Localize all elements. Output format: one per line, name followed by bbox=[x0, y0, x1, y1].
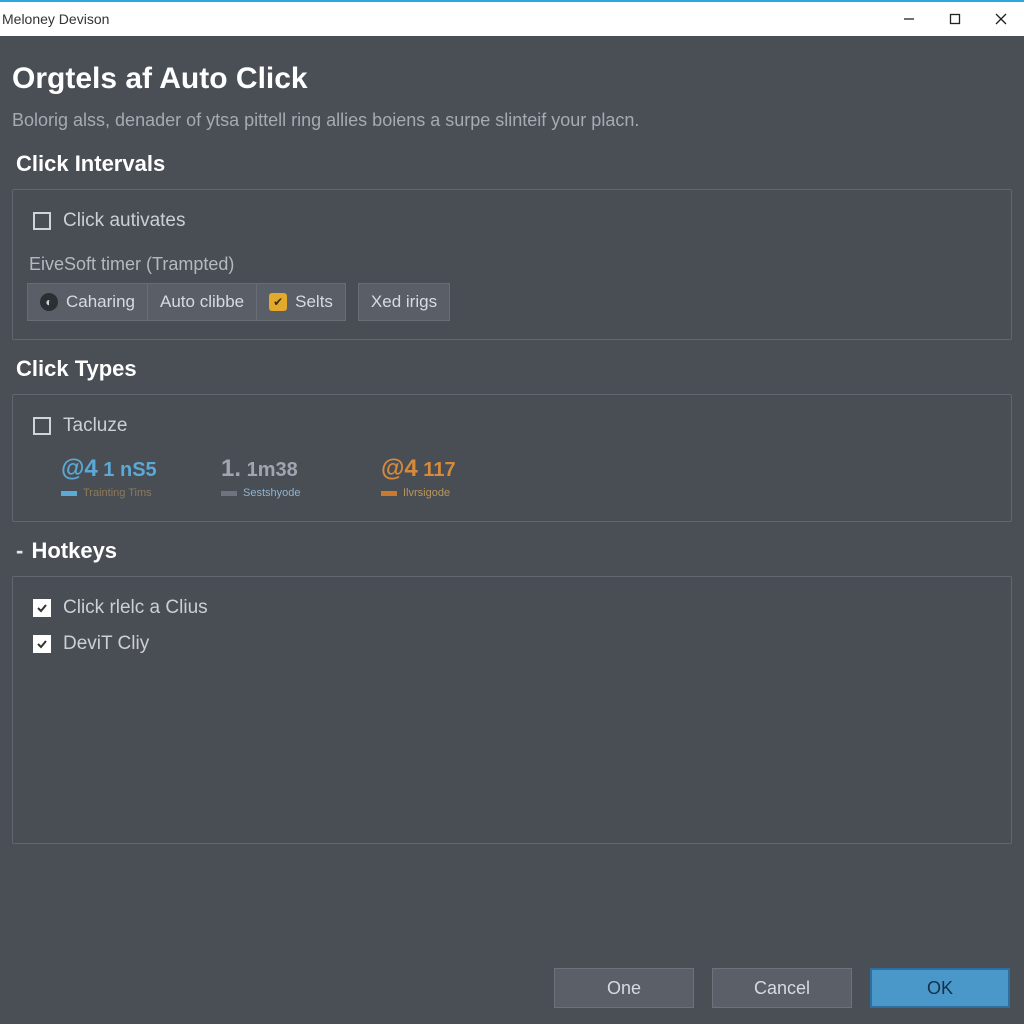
segment-label: Xed irigs bbox=[371, 292, 437, 312]
types-panel: Tacluze @4 1 nS5 Trainting Tims 1. 1m38 … bbox=[12, 394, 1012, 522]
hotkey-row-1[interactable]: DeviT Cliy bbox=[33, 633, 997, 655]
hotkeys-panel: Click rlelc a Clius DeviT Cliy bbox=[12, 576, 1012, 844]
segment-label: Selts bbox=[295, 292, 333, 312]
window-title: Meloney Devison bbox=[2, 11, 109, 27]
stat-caption: Ilvrsigode bbox=[381, 487, 501, 499]
footer-buttons: One Cancel OK bbox=[554, 968, 1010, 1008]
types-checkbox-row[interactable]: Tacluze bbox=[33, 415, 997, 437]
section-heading-hotkeys[interactable]: - Hotkeys bbox=[16, 538, 1012, 564]
minimize-icon bbox=[903, 13, 915, 25]
maximize-icon bbox=[949, 13, 961, 25]
content: Orgtels af Auto Click Bolorig alss, dena… bbox=[0, 36, 1024, 844]
segment-xed-irigs[interactable]: Xed irigs bbox=[358, 283, 450, 321]
user-icon: ◐ bbox=[40, 293, 58, 311]
intervals-checkbox-row[interactable]: Click autivates bbox=[33, 210, 997, 232]
intervals-sub-label: EiveSoft timer (Trampted) bbox=[29, 254, 997, 275]
intervals-panel: Click autivates EiveSoft timer (Trampted… bbox=[12, 189, 1012, 340]
checkbox-icon bbox=[33, 212, 51, 230]
ok-button[interactable]: OK bbox=[870, 968, 1010, 1008]
hotkey-label: DeviT Cliy bbox=[63, 633, 149, 655]
checkbox-icon bbox=[33, 417, 51, 435]
page-title: Orgtels af Auto Click bbox=[12, 62, 1012, 96]
stat-caption: Sestshyode bbox=[221, 487, 341, 499]
hotkey-row-0[interactable]: Click rlelc a Clius bbox=[33, 597, 997, 619]
stat-caption: Trainting Tims bbox=[61, 487, 181, 499]
cancel-button[interactable]: Cancel bbox=[712, 968, 852, 1008]
segment-label: Caharing bbox=[66, 292, 135, 312]
hotkey-label: Click rlelc a Clius bbox=[63, 597, 208, 619]
stat-value: @4 117 bbox=[381, 455, 501, 483]
section-heading-intervals: Click Intervals bbox=[16, 151, 1012, 177]
segment-group-2: Xed irigs bbox=[358, 283, 450, 321]
section-heading-types: Click Types bbox=[16, 356, 1012, 382]
bar-icon bbox=[61, 491, 77, 496]
bar-icon bbox=[381, 491, 397, 496]
types-checkbox-label: Tacluze bbox=[63, 415, 127, 437]
intervals-checkbox-label: Click autivates bbox=[63, 210, 186, 232]
segment-caharing[interactable]: ◐ Caharing bbox=[27, 283, 148, 321]
minimize-button[interactable] bbox=[886, 2, 932, 36]
segment-group-1: ◐ Caharing Auto clibbe ✔ Selts bbox=[27, 283, 346, 321]
collapse-icon: - bbox=[16, 538, 23, 563]
checkbox-icon bbox=[33, 599, 51, 617]
window-buttons bbox=[886, 2, 1024, 36]
hotkeys-heading-label: Hotkeys bbox=[31, 538, 117, 563]
titlebar: Meloney Devison bbox=[0, 0, 1024, 36]
bar-icon bbox=[221, 491, 237, 496]
checkbox-icon bbox=[33, 635, 51, 653]
segment-selts[interactable]: ✔ Selts bbox=[257, 283, 346, 321]
segment-label: Auto clibbe bbox=[160, 292, 244, 312]
stat-3: @4 117 Ilvrsigode bbox=[381, 455, 501, 499]
check-icon: ✔ bbox=[269, 293, 287, 311]
page-description: Bolorig alss, denader of ytsa pittell ri… bbox=[12, 110, 1012, 131]
stat-1: @4 1 nS5 Trainting Tims bbox=[61, 455, 181, 499]
stat-2: 1. 1m38 Sestshyode bbox=[221, 455, 341, 499]
segment-auto-clibbe[interactable]: Auto clibbe bbox=[148, 283, 257, 321]
stat-value: 1. 1m38 bbox=[221, 455, 341, 483]
stat-value: @4 1 nS5 bbox=[61, 455, 181, 483]
close-button[interactable] bbox=[978, 2, 1024, 36]
maximize-button[interactable] bbox=[932, 2, 978, 36]
segment-row: ◐ Caharing Auto clibbe ✔ Selts Xed irigs bbox=[27, 283, 997, 321]
one-button[interactable]: One bbox=[554, 968, 694, 1008]
close-icon bbox=[995, 13, 1007, 25]
stats-row: @4 1 nS5 Trainting Tims 1. 1m38 Sestshyo… bbox=[61, 455, 997, 499]
